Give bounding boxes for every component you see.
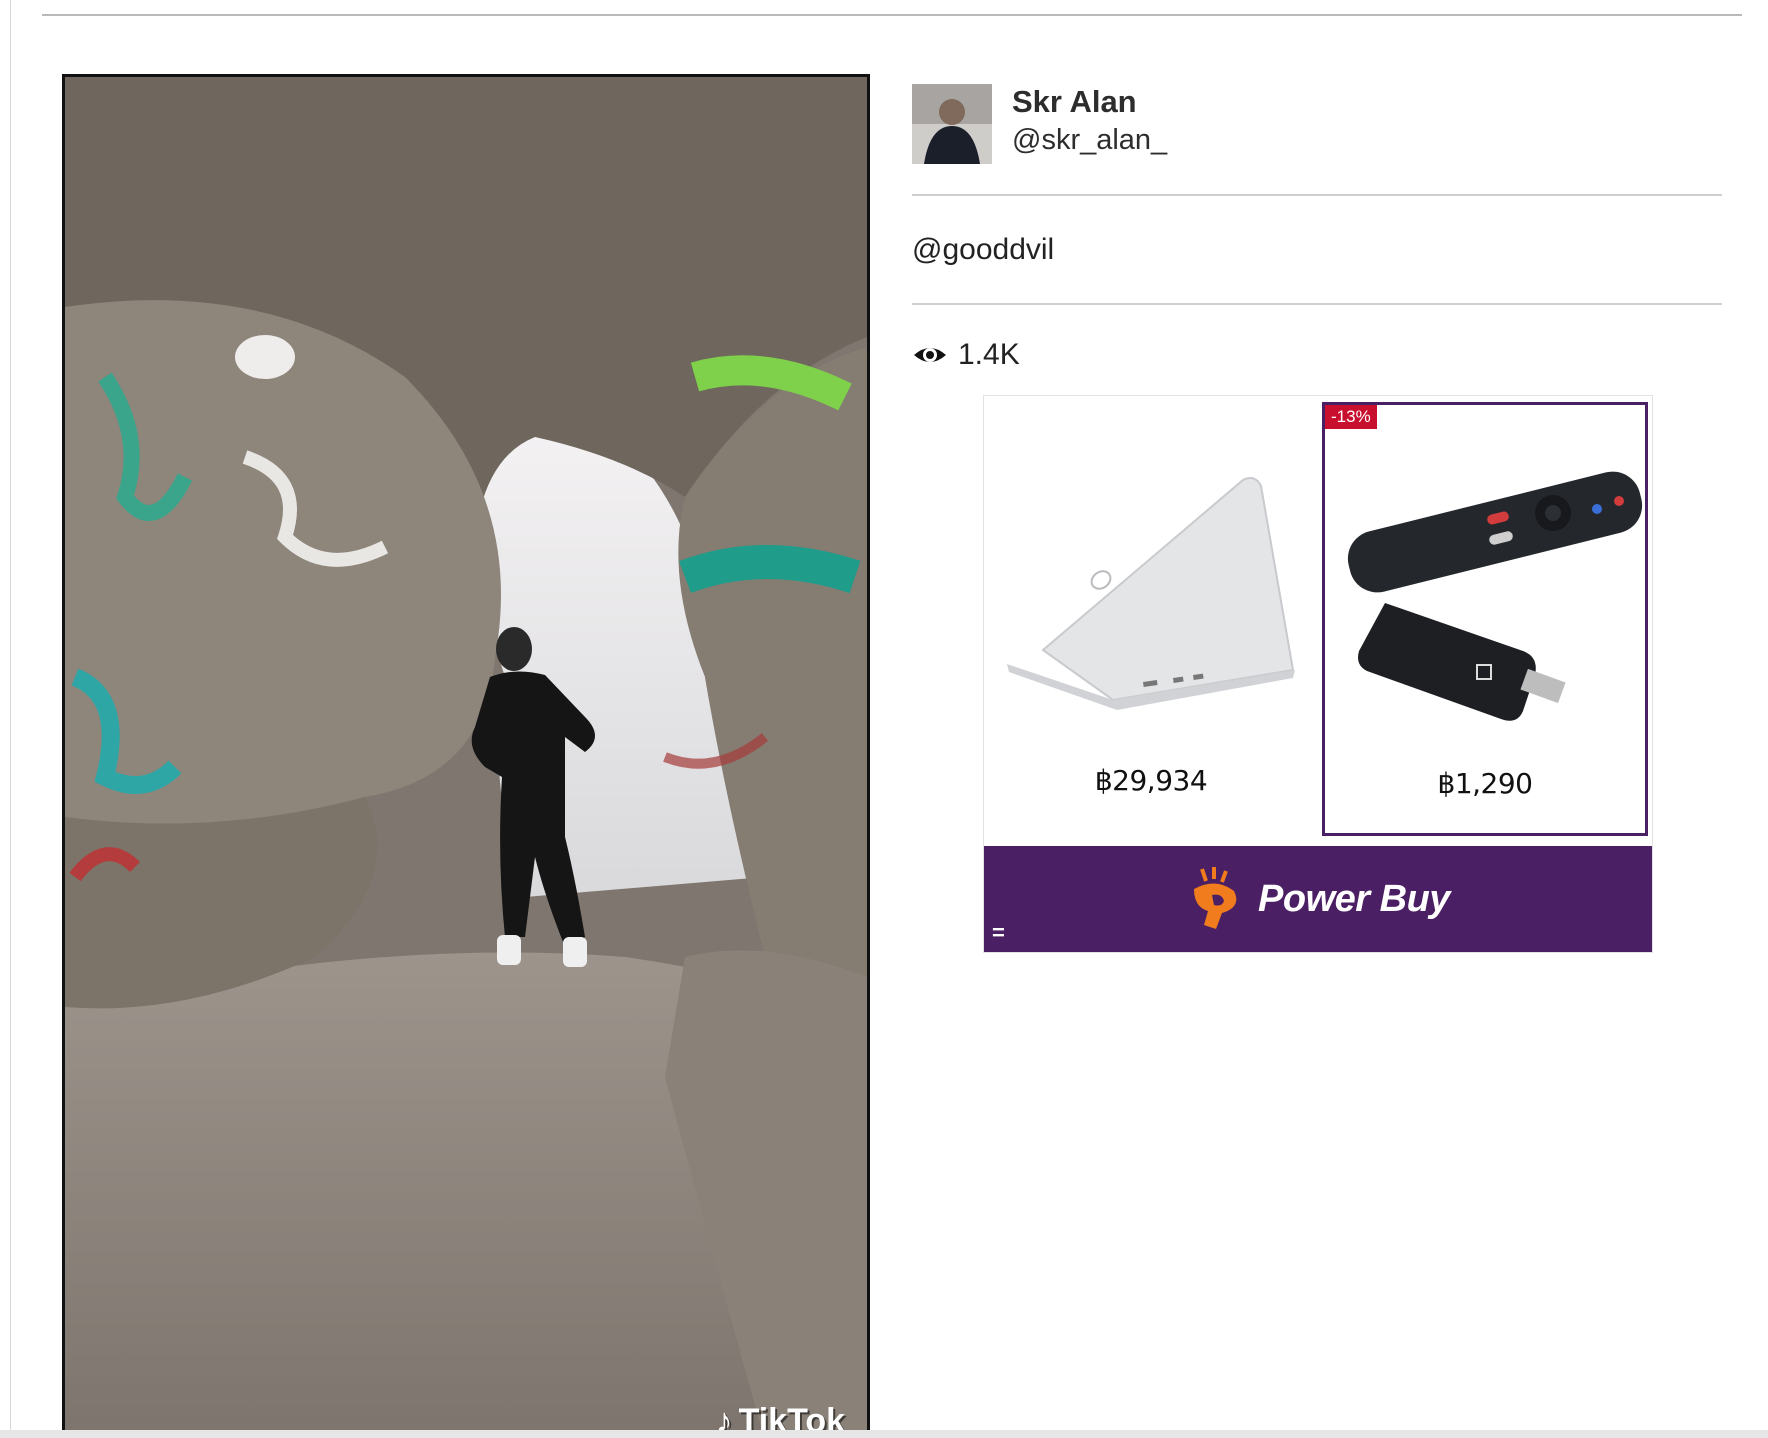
view-count-value: 1.4K <box>958 338 1020 371</box>
divider <box>912 194 1722 196</box>
discount-badge: -13% <box>1325 405 1377 429</box>
power-buy-ad[interactable]: ฿29,934 -13% ฿1,290 Power Buy = <box>983 395 1653 953</box>
product-price: ฿29,934 <box>1094 764 1208 797</box>
author-handle[interactable]: @skr_alan_ <box>1012 122 1167 158</box>
post-caption[interactable]: @gooddvil <box>912 233 1054 267</box>
video-player[interactable]: ♪ TikTok <box>62 74 870 1438</box>
power-buy-banner[interactable]: Power Buy = <box>984 846 1652 952</box>
power-buy-logo-icon <box>1194 867 1237 929</box>
divider <box>912 303 1722 305</box>
brand-name: Power Buy <box>1258 877 1450 920</box>
avatar-image <box>912 84 992 164</box>
ad-product-laptop[interactable]: ฿29,934 <box>988 402 1314 836</box>
page-left-border <box>10 0 11 1438</box>
product-price: ฿1,290 <box>1437 767 1533 800</box>
horizontal-scrollbar[interactable] <box>0 1430 1768 1438</box>
ad-product-streaming-stick[interactable]: -13% ฿1,290 <box>1322 402 1648 836</box>
laptop-image <box>1007 477 1295 710</box>
eye-icon <box>914 348 946 362</box>
ad-menu-icon[interactable]: = <box>992 920 1005 946</box>
avatar[interactable] <box>912 84 992 164</box>
streaming-stick-image <box>1347 471 1643 721</box>
view-count: 1.4K <box>912 337 1020 373</box>
video-frame <box>65 77 867 1435</box>
top-divider <box>42 14 1742 16</box>
author-block[interactable]: Skr Alan @skr_alan_ <box>912 84 1167 164</box>
author-name[interactable]: Skr Alan <box>1012 84 1167 120</box>
